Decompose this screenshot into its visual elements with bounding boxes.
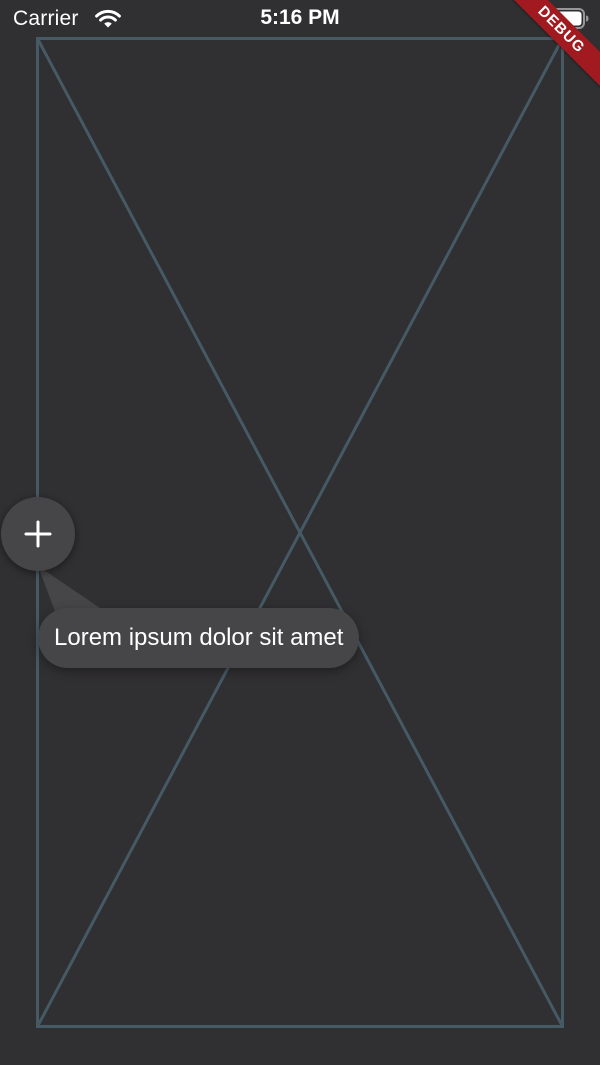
- status-bar: Carrier 5:16 PM: [0, 0, 600, 38]
- plus-icon: [24, 520, 52, 548]
- app-screen: Carrier 5:16 PM Lorem ipsum dolor sit am…: [0, 0, 600, 1065]
- tooltip: Lorem ipsum dolor sit amet: [38, 608, 360, 668]
- status-time: 5:16 PM: [260, 6, 340, 29]
- battery-full-icon: [545, 8, 589, 29]
- tooltip-tail: [38, 566, 100, 614]
- tooltip-text: Lorem ipsum dolor sit amet: [54, 624, 344, 651]
- placeholder-box: [36, 37, 564, 1028]
- add-button[interactable]: [1, 497, 75, 571]
